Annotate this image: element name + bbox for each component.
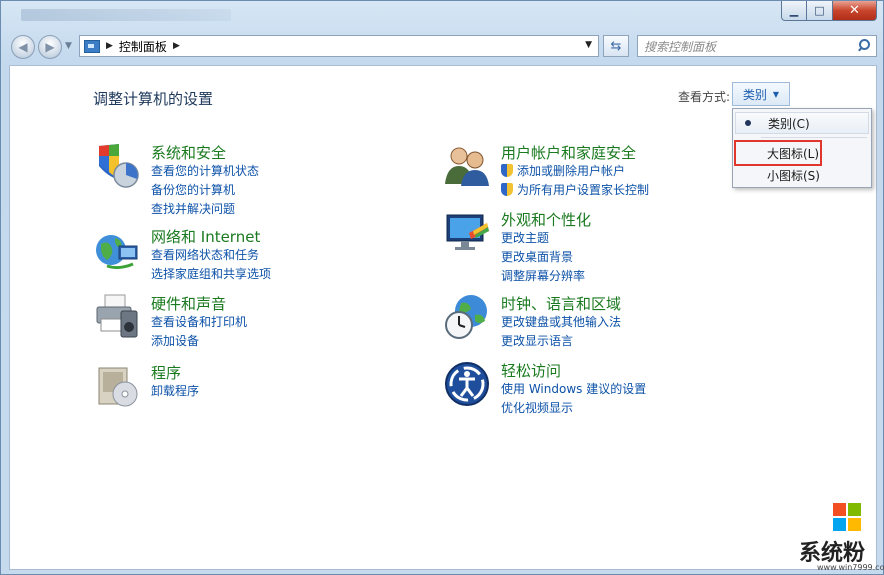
programs-icon[interactable] xyxy=(93,362,141,410)
menu-item-category[interactable]: 类别(C) xyxy=(735,112,869,134)
watermark: 系统粉 www.win7999.com xyxy=(799,501,884,572)
link-uninstall-program[interactable]: 卸载程序 xyxy=(151,382,199,399)
category-ease-of-access: 轻松访问 使用 Windows 建议的设置 优化视频显示 xyxy=(443,360,783,416)
link-change-input-method[interactable]: 更改键盘或其他输入法 xyxy=(501,313,621,330)
breadcrumb-separator-icon[interactable]: ▶ xyxy=(173,41,180,51)
link-add-remove-accounts[interactable]: 添加或删除用户帐户 xyxy=(501,162,625,179)
address-history-dropdown-icon[interactable]: ▼ xyxy=(585,40,592,50)
link-change-theme[interactable]: 更改主题 xyxy=(501,229,549,246)
category-title[interactable]: 轻松访问 xyxy=(501,360,561,381)
forward-button[interactable]: ▶ xyxy=(38,35,62,59)
link-text: 添加或删除用户帐户 xyxy=(517,164,626,178)
link-optimize-video[interactable]: 优化视频显示 xyxy=(501,399,573,416)
refresh-button[interactable]: ⇆ xyxy=(603,35,629,57)
user-accounts-icon[interactable] xyxy=(443,142,491,190)
uac-shield-icon xyxy=(501,164,513,177)
back-button[interactable]: ◀ xyxy=(11,35,35,59)
category-clock-language: 时钟、语言和区域 更改键盘或其他输入法 更改显示语言 xyxy=(443,293,763,349)
view-by-dropdown[interactable]: 类别 ▼ xyxy=(732,82,790,106)
watermark-url: www.win7999.com xyxy=(817,563,884,572)
link-change-display-language[interactable]: 更改显示语言 xyxy=(501,332,573,349)
main-content: 调整计算机的设置 查看方式: 类别 ▼ 系统和安全 查看您的计算机状态 备份您的… xyxy=(9,65,877,570)
faded-title-area xyxy=(21,9,231,21)
category-network-internet: 网络和 Internet 查看网络状态和任务 选择家庭组和共享选项 xyxy=(93,226,423,282)
category-title[interactable]: 用户帐户和家庭安全 xyxy=(501,142,636,163)
link-devices-printers[interactable]: 查看设备和打印机 xyxy=(151,313,247,330)
network-icon[interactable] xyxy=(93,226,141,274)
highlight-annotation xyxy=(734,140,822,166)
control-panel-window: ▁ □ ✕ ◀ ▶ ▼ ▶ 控制面板 ▶ ▼ ⇆ 搜索控制面板 调整计算机的设置… xyxy=(0,0,884,575)
link-desktop-background[interactable]: 更改桌面背景 xyxy=(501,248,573,265)
menu-item-label: 小图标(S) xyxy=(767,168,820,183)
category-title[interactable]: 网络和 Internet xyxy=(151,226,260,247)
navigation-bar: ◀ ▶ ▼ ▶ 控制面板 ▶ ▼ ⇆ 搜索控制面板 xyxy=(1,31,884,61)
category-title[interactable]: 时钟、语言和区域 xyxy=(501,293,621,314)
back-arrow-icon: ◀ xyxy=(18,40,28,54)
menu-separator xyxy=(761,137,867,138)
link-add-device[interactable]: 添加设备 xyxy=(151,332,199,349)
close-button[interactable]: ✕ xyxy=(833,1,877,21)
category-programs: 程序 卸载程序 xyxy=(93,362,423,412)
category-hardware-sound: 硬件和声音 查看设备和打印机 添加设备 xyxy=(93,293,423,349)
link-homegroup-sharing[interactable]: 选择家庭组和共享选项 xyxy=(151,265,271,282)
category-title[interactable]: 外观和个性化 xyxy=(501,209,591,230)
link-recommended-settings[interactable]: 使用 Windows 建议的设置 xyxy=(501,380,646,397)
view-by-label: 查看方式: xyxy=(678,90,731,104)
windows-logo-icon xyxy=(833,503,861,531)
link-parental-controls[interactable]: 为所有用户设置家长控制 xyxy=(501,181,649,198)
search-input[interactable]: 搜索控制面板 xyxy=(637,35,877,57)
category-user-accounts: 用户帐户和家庭安全 添加或删除用户帐户 为所有用户设置家长控制 xyxy=(443,142,763,198)
link-screen-resolution[interactable]: 调整屏幕分辨率 xyxy=(501,267,585,284)
page-title: 调整计算机的设置 xyxy=(93,90,214,108)
link-text: 为所有用户设置家长控制 xyxy=(517,183,650,197)
maximize-button[interactable]: □ xyxy=(807,1,833,21)
category-title[interactable]: 硬件和声音 xyxy=(151,293,226,314)
uac-shield-icon xyxy=(501,183,513,196)
forward-arrow-icon: ▶ xyxy=(45,40,55,54)
category-title[interactable]: 系统和安全 xyxy=(151,142,226,163)
appearance-icon[interactable] xyxy=(443,209,491,257)
link-troubleshoot[interactable]: 查找并解决问题 xyxy=(151,200,235,217)
chevron-down-icon: ▼ xyxy=(772,89,780,99)
system-security-icon[interactable] xyxy=(93,142,141,190)
clock-language-icon[interactable] xyxy=(443,293,491,341)
category-title[interactable]: 程序 xyxy=(151,362,181,383)
ease-of-access-icon[interactable] xyxy=(443,360,491,408)
link-backup-computer[interactable]: 备份您的计算机 xyxy=(151,181,235,198)
search-icon[interactable] xyxy=(856,38,872,54)
recent-pages-dropdown-icon[interactable]: ▼ xyxy=(65,41,72,51)
breadcrumb-separator-icon[interactable]: ▶ xyxy=(106,41,113,51)
search-placeholder: 搜索控制面板 xyxy=(644,39,717,54)
link-view-computer-status[interactable]: 查看您的计算机状态 xyxy=(151,162,259,179)
minimize-button[interactable]: ▁ xyxy=(781,1,807,21)
menu-item-label: 类别(C) xyxy=(768,116,810,131)
menu-item-small-icons[interactable]: 小图标(S) xyxy=(735,164,869,186)
radio-bullet-icon xyxy=(745,120,751,126)
control-panel-icon xyxy=(84,39,100,53)
link-network-status[interactable]: 查看网络状态和任务 xyxy=(151,246,259,263)
refresh-icon: ⇆ xyxy=(610,38,622,54)
address-bar[interactable]: ▶ 控制面板 ▶ ▼ xyxy=(79,35,599,57)
category-system-security: 系统和安全 查看您的计算机状态 备份您的计算机 查找并解决问题 xyxy=(93,142,423,217)
view-by-value: 类别 xyxy=(742,87,767,102)
category-appearance: 外观和个性化 更改主题 更改桌面背景 调整屏幕分辨率 xyxy=(443,209,763,284)
window-controls: ▁ □ ✕ xyxy=(781,1,877,21)
hardware-sound-icon[interactable] xyxy=(93,293,141,341)
breadcrumb-control-panel[interactable]: 控制面板 xyxy=(119,38,167,55)
title-bar[interactable]: ▁ □ ✕ xyxy=(1,1,884,27)
